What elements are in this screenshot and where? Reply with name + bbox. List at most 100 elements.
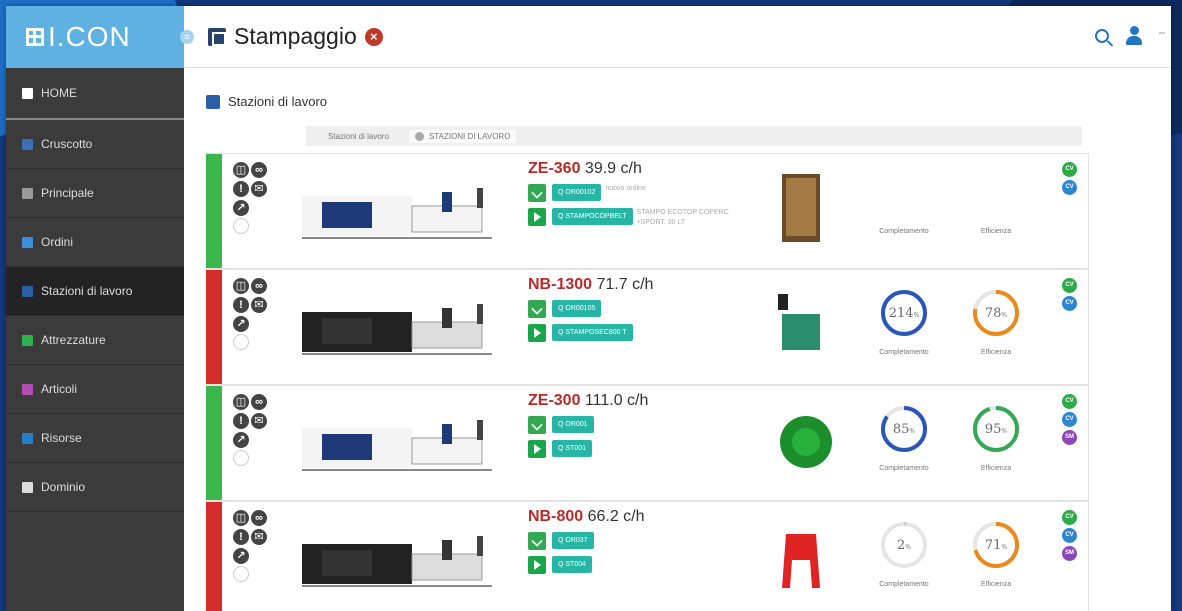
section-title: Stazioni di lavoro xyxy=(206,94,327,109)
completion-label: Completamento xyxy=(879,228,929,235)
workstation-row[interactable]: ◫ ∞ ! ✉ ↗ ZE-300 111.0 c/h Q OR001 Q ST001… xyxy=(206,385,1089,501)
select-checkbox[interactable] xyxy=(233,450,249,466)
sidebar-item-home[interactable]: HOME xyxy=(6,68,184,120)
link-icon[interactable]: ∞ xyxy=(251,162,267,178)
sidebar-item-articoli[interactable]: Articoli xyxy=(6,365,184,414)
mail-icon[interactable]: ✉ xyxy=(251,413,267,429)
order-tag[interactable]: Q OR00102 xyxy=(552,184,602,201)
close-icon[interactable]: × xyxy=(364,27,383,46)
sidebar-item-label: Articoli xyxy=(41,382,78,396)
tool-tag[interactable]: Q STAMPOSEC800 T xyxy=(552,324,633,341)
chart-icon[interactable]: ↗ xyxy=(233,316,249,332)
badge-cv[interactable]: CV xyxy=(1062,278,1077,293)
window-control[interactable] xyxy=(1159,32,1165,34)
efficiency-label: Efficienza xyxy=(980,581,1012,588)
machine-title[interactable]: NB-800 66.2 c/h xyxy=(528,508,748,526)
badge-cv[interactable]: CV xyxy=(1062,162,1077,177)
main-content: Stazioni di lavoro Stazioni di lavoro ST… xyxy=(184,68,1171,611)
link-icon[interactable]: ∞ xyxy=(251,394,267,410)
machine-title[interactable]: NB-1300 71.7 c/h xyxy=(528,276,748,294)
chart-icon[interactable]: ↗ xyxy=(233,200,249,216)
row-badges: CV CV SM xyxy=(1062,510,1078,564)
select-checkbox[interactable] xyxy=(233,334,249,350)
order-line: Q OR001 xyxy=(528,416,748,434)
sidebar-item-cruscotto[interactable]: Cruscotto xyxy=(6,120,184,169)
workstation-row[interactable]: ◫ ∞ ! ✉ ↗ NB-1300 71.7 c/h Q OR00105 Q STA… xyxy=(206,269,1089,385)
order-note: nuovo ordine xyxy=(605,185,646,192)
svg-text:85%: 85% xyxy=(893,422,916,437)
tool-line: Q STAMPOCOPBELT STAMPO ECOTOP COPERC +SPO… xyxy=(528,208,748,228)
status-bar xyxy=(206,386,222,500)
mail-icon[interactable]: ✉ xyxy=(251,181,267,197)
order-tag[interactable]: Q OR001 xyxy=(552,416,594,433)
workstation-row[interactable]: ◫ ∞ ! ✉ ↗ ZE-360 39.9 c/h Q OR00102 nuovo o… xyxy=(206,153,1089,269)
efficiency-gauge: 71% Efficienza xyxy=(956,520,1036,588)
order-tag[interactable]: Q OR037 xyxy=(552,532,594,549)
menu-toggle-icon[interactable]: ≡ xyxy=(180,29,194,44)
badge-cv[interactable]: CV xyxy=(1062,394,1077,409)
badge-cv[interactable]: CV xyxy=(1062,180,1077,195)
chart-icon[interactable]: ↗ xyxy=(233,548,249,564)
tool-tag[interactable]: Q STAMPOCOPBELT xyxy=(552,208,633,225)
link-icon[interactable]: ∞ xyxy=(251,278,267,294)
alert-icon[interactable]: ! xyxy=(233,529,249,545)
select-checkbox[interactable] xyxy=(233,566,249,582)
tool-tag[interactable]: Q ST001 xyxy=(552,440,593,457)
sidebar-item-label: Attrezzature xyxy=(41,333,106,347)
app-window: I.CON ≡ Stampaggio × HOME Cruscotto Princi… xyxy=(6,6,1171,611)
sidebar-item-principale[interactable]: Principale xyxy=(6,169,184,218)
sidebar-item-stazioni-di-lavoro[interactable]: Stazioni di lavoro xyxy=(6,267,184,316)
tools-icon xyxy=(22,334,33,346)
row-actions: ◫ ∞ ! ✉ ↗ xyxy=(232,276,268,356)
filter-chip-text: STAZIONI DI LAVORO xyxy=(428,131,511,141)
badge-sm[interactable]: SM xyxy=(1062,546,1077,561)
trash-icon[interactable]: ◫ xyxy=(233,394,249,410)
user-icon[interactable] xyxy=(1125,26,1143,46)
sidebar-item-ordini[interactable]: Ordini xyxy=(6,218,184,267)
mail-icon[interactable]: ✉ xyxy=(251,297,267,313)
product-image xyxy=(782,534,820,588)
link-icon[interactable]: ∞ xyxy=(251,510,267,526)
select-checkbox[interactable] xyxy=(233,218,249,234)
trash-icon[interactable]: ◫ xyxy=(233,162,249,178)
product-image xyxy=(782,174,820,242)
row-actions: ◫ ∞ ! ✉ ↗ xyxy=(232,392,268,472)
tool-arrow-icon xyxy=(528,556,546,574)
alert-icon[interactable]: ! xyxy=(233,297,249,313)
trash-icon[interactable]: ◫ xyxy=(233,278,249,294)
badge-cv[interactable]: CV xyxy=(1062,528,1077,543)
order-check-icon xyxy=(528,184,546,202)
badge-cv[interactable]: CV xyxy=(1062,296,1077,311)
mail-icon[interactable]: ✉ xyxy=(251,529,267,545)
tool-note: STAMPO ECOTOP COPERC +SPORT. 30 LT xyxy=(636,209,729,226)
machine-title[interactable]: ZE-360 39.9 c/h xyxy=(528,160,748,178)
tool-tag[interactable]: Q ST004 xyxy=(552,556,593,573)
order-tag[interactable]: Q OR00105 xyxy=(552,300,602,317)
order-line: Q OR00102 nuovo ordine xyxy=(528,184,748,202)
tool-line: Q STAMPOSEC800 T xyxy=(528,324,748,342)
badge-cv[interactable]: CV xyxy=(1062,412,1077,427)
completion-gauge: 214% Completamento xyxy=(864,288,944,356)
alert-icon[interactable]: ! xyxy=(233,413,249,429)
app-logo[interactable]: I.CON xyxy=(6,6,184,68)
trash-icon[interactable]: ◫ xyxy=(233,510,249,526)
sidebar-item-dominio[interactable]: Dominio xyxy=(6,463,184,512)
machine-rate: 111.0 c/h xyxy=(584,392,649,409)
page-title: Stampaggio xyxy=(234,23,357,49)
gauge-ring: 85% xyxy=(881,406,927,452)
badge-sm[interactable]: SM xyxy=(1062,430,1077,445)
machine-title[interactable]: ZE-300 111.0 c/h xyxy=(528,392,748,410)
chart-icon[interactable]: ↗ xyxy=(233,432,249,448)
search-icon[interactable] xyxy=(1095,29,1109,43)
efficiency-gauge: Efficienza xyxy=(956,172,1036,235)
badge-cv[interactable]: CV xyxy=(1062,510,1077,525)
filter-chip[interactable]: STAZIONI DI LAVORO xyxy=(408,129,517,143)
status-bar xyxy=(206,502,222,611)
workstation-row[interactable]: ◫ ∞ ! ✉ ↗ NB-800 66.2 c/h Q OR037 Q ST004 … xyxy=(206,501,1089,611)
product-image xyxy=(778,294,820,350)
product-picture xyxy=(778,172,824,244)
sidebar-item-risorse[interactable]: Risorse xyxy=(6,414,184,463)
alert-icon[interactable]: ! xyxy=(233,181,249,197)
sidebar-item-attrezzature[interactable]: Attrezzature xyxy=(6,316,184,365)
svg-text:71%: 71% xyxy=(985,538,1008,553)
